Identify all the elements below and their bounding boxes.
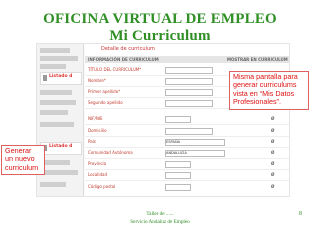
field-label: Código postal xyxy=(88,184,116,189)
field-row: Comunidad Autónoma ANDALUCÍA Ø xyxy=(85,150,289,157)
left-nav-line xyxy=(40,56,78,61)
page-number: 8 xyxy=(299,211,302,217)
left-list-badge[interactable]: Listado d xyxy=(40,142,82,155)
slide-title: OFICINA VIRTUAL DE EMPLEO xyxy=(43,11,277,27)
left-nav-line xyxy=(40,122,74,127)
field-label: TÍTULO DEL CURRICULUM* xyxy=(88,67,142,72)
field-row: País ESPAÑA Ø xyxy=(85,139,289,146)
field-row: Localidad Ø xyxy=(85,172,289,179)
show-checkbox[interactable]: Ø xyxy=(271,161,274,166)
show-checkbox[interactable]: Ø xyxy=(271,150,274,155)
show-checkbox[interactable]: Ø xyxy=(271,116,274,121)
field-input[interactable] xyxy=(165,116,191,123)
field-input[interactable] xyxy=(165,67,213,74)
left-nav-line xyxy=(40,48,70,53)
field-row: Provincia Ø xyxy=(85,161,289,168)
header-right: MOSTRAR EN CURRICULUM xyxy=(227,57,288,62)
left-list-label: Listado d xyxy=(49,144,73,149)
field-input[interactable] xyxy=(165,184,191,191)
left-nav-line xyxy=(40,90,72,95)
field-label: Nombre* xyxy=(88,78,106,83)
show-checkbox[interactable]: Ø xyxy=(271,172,274,177)
field-label: Domicilio xyxy=(88,128,107,133)
show-checkbox[interactable]: Ø xyxy=(271,184,274,189)
callout-same-screen: Misma pantalla para generar curriculums … xyxy=(229,71,309,110)
row-divider xyxy=(85,136,289,137)
screen-title: Detalle de curriculum xyxy=(101,46,155,52)
field-label: Provincia xyxy=(88,161,107,166)
row-divider xyxy=(85,147,289,148)
curriculum-form: Detalle de curriculum INFORMACIÓN DE CUR… xyxy=(85,44,289,196)
field-label: NIF/NIE xyxy=(88,116,103,121)
left-nav-line xyxy=(40,182,66,187)
field-select[interactable] xyxy=(165,172,191,179)
field-label: Primer apellido* xyxy=(88,89,121,94)
left-nav-line xyxy=(40,64,66,69)
show-checkbox[interactable]: Ø xyxy=(271,139,274,144)
left-list-badge[interactable]: Listado d xyxy=(40,72,82,85)
embedded-screenshot: Listado d Listado d Detalle de curriculu… xyxy=(36,43,290,197)
field-label: Segundo apellido xyxy=(88,100,123,105)
row-divider xyxy=(85,124,289,125)
callout-new-curriculum: Generar un nuevo curriculum xyxy=(1,145,45,175)
form-header: INFORMACIÓN DE CURRICULUM MOSTRAR EN CUR… xyxy=(85,56,289,63)
left-nav-line xyxy=(40,110,68,115)
footer-line-2: Servicio Andaluz de Empleo xyxy=(130,219,190,225)
field-input[interactable] xyxy=(165,78,213,85)
field-row: Código postal Ø xyxy=(85,184,289,191)
field-select[interactable]: ANDALUCÍA xyxy=(165,150,225,157)
field-input[interactable] xyxy=(165,100,213,107)
field-input[interactable] xyxy=(165,89,213,96)
row-divider xyxy=(85,158,289,159)
field-label: País xyxy=(88,139,96,144)
row-divider xyxy=(85,180,289,181)
row-divider xyxy=(85,169,289,170)
field-input[interactable] xyxy=(165,128,213,135)
field-select[interactable]: ESPAÑA xyxy=(165,139,225,146)
field-label: Localidad xyxy=(88,172,108,177)
left-nav-line xyxy=(40,170,78,175)
left-nav-line xyxy=(40,100,76,105)
field-row: NIF/NIE Ø xyxy=(85,116,289,123)
field-select[interactable] xyxy=(165,161,191,168)
left-list-label: Listado d xyxy=(49,74,73,79)
field-row: Domicilio Ø xyxy=(85,128,289,135)
footer-line-1: Taller de ...... xyxy=(146,211,174,217)
header-left: INFORMACIÓN DE CURRICULUM xyxy=(88,57,159,62)
field-label: Comunidad Autónoma xyxy=(88,150,133,155)
list-icon xyxy=(43,75,47,81)
show-checkbox[interactable]: Ø xyxy=(271,128,274,133)
